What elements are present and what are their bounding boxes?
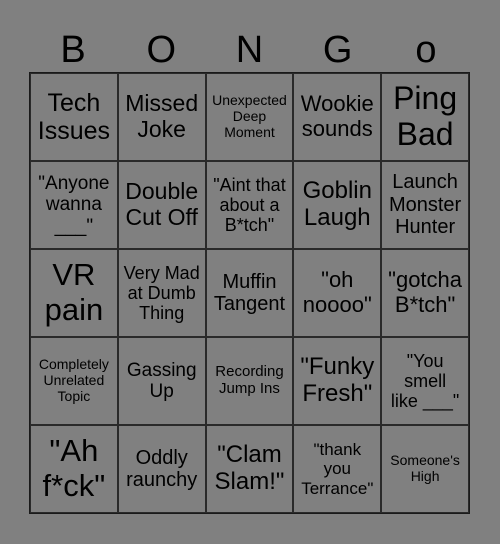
bingo-cell[interactable]: Unexpected Deep Moment xyxy=(205,73,294,161)
bingo-cell[interactable]: Launch Monster Hunter xyxy=(381,161,469,249)
bingo-cell[interactable]: "Funky Fresh" xyxy=(293,337,382,425)
bingo-cell[interactable]: Completely Unrelated Topic xyxy=(30,337,118,425)
bingo-cell[interactable]: Very Mad at Dumb Thing xyxy=(117,249,206,337)
bingo-cell[interactable]: "gotcha B*tch" xyxy=(381,249,469,337)
bingo-cell[interactable]: Recording Jump Ins xyxy=(205,337,294,425)
bingo-cell[interactable]: Goblin Laugh xyxy=(293,161,382,249)
bingo-cell[interactable]: Wookie sounds xyxy=(293,73,382,161)
bingo-cell[interactable]: "You smell like ___" xyxy=(381,337,469,425)
bingo-cell[interactable]: "Clam Slam!" xyxy=(205,425,294,513)
bingo-cell[interactable]: VR pain xyxy=(30,249,118,337)
bingo-cell[interactable]: Muffin Tangent xyxy=(205,249,294,337)
header-letter-o: O xyxy=(146,29,177,71)
bingo-board: Tech Issues Missed Joke Unexpected Deep … xyxy=(29,72,470,514)
header-letter-o2: o xyxy=(415,29,437,71)
bingo-header: B O N G o xyxy=(29,28,470,72)
bingo-cell[interactable]: Double Cut Off xyxy=(117,161,206,249)
bingo-cell[interactable]: "Anyone wanna ___" xyxy=(30,161,118,249)
header-letter-g: G xyxy=(322,29,353,71)
header-letter-b: B xyxy=(60,29,86,71)
bingo-cell[interactable]: Someone's High xyxy=(381,425,469,513)
bingo-cell[interactable]: "Ah f*ck" xyxy=(30,425,118,513)
bingo-cell[interactable]: "oh noooo" xyxy=(293,249,382,337)
bingo-cell[interactable]: Missed Joke xyxy=(117,73,206,161)
header-letter-n: N xyxy=(235,29,264,71)
bingo-cell[interactable]: Gassing Up xyxy=(117,337,206,425)
bingo-cell[interactable]: Tech Issues xyxy=(30,73,118,161)
bingo-cell[interactable]: Oddly raunchy xyxy=(117,425,206,513)
bingo-cell[interactable]: Ping Bad xyxy=(381,73,469,161)
bingo-cell[interactable]: "thank you Terrance" xyxy=(293,425,382,513)
bingo-cell[interactable]: "Aint that about a B*tch" xyxy=(205,161,294,249)
